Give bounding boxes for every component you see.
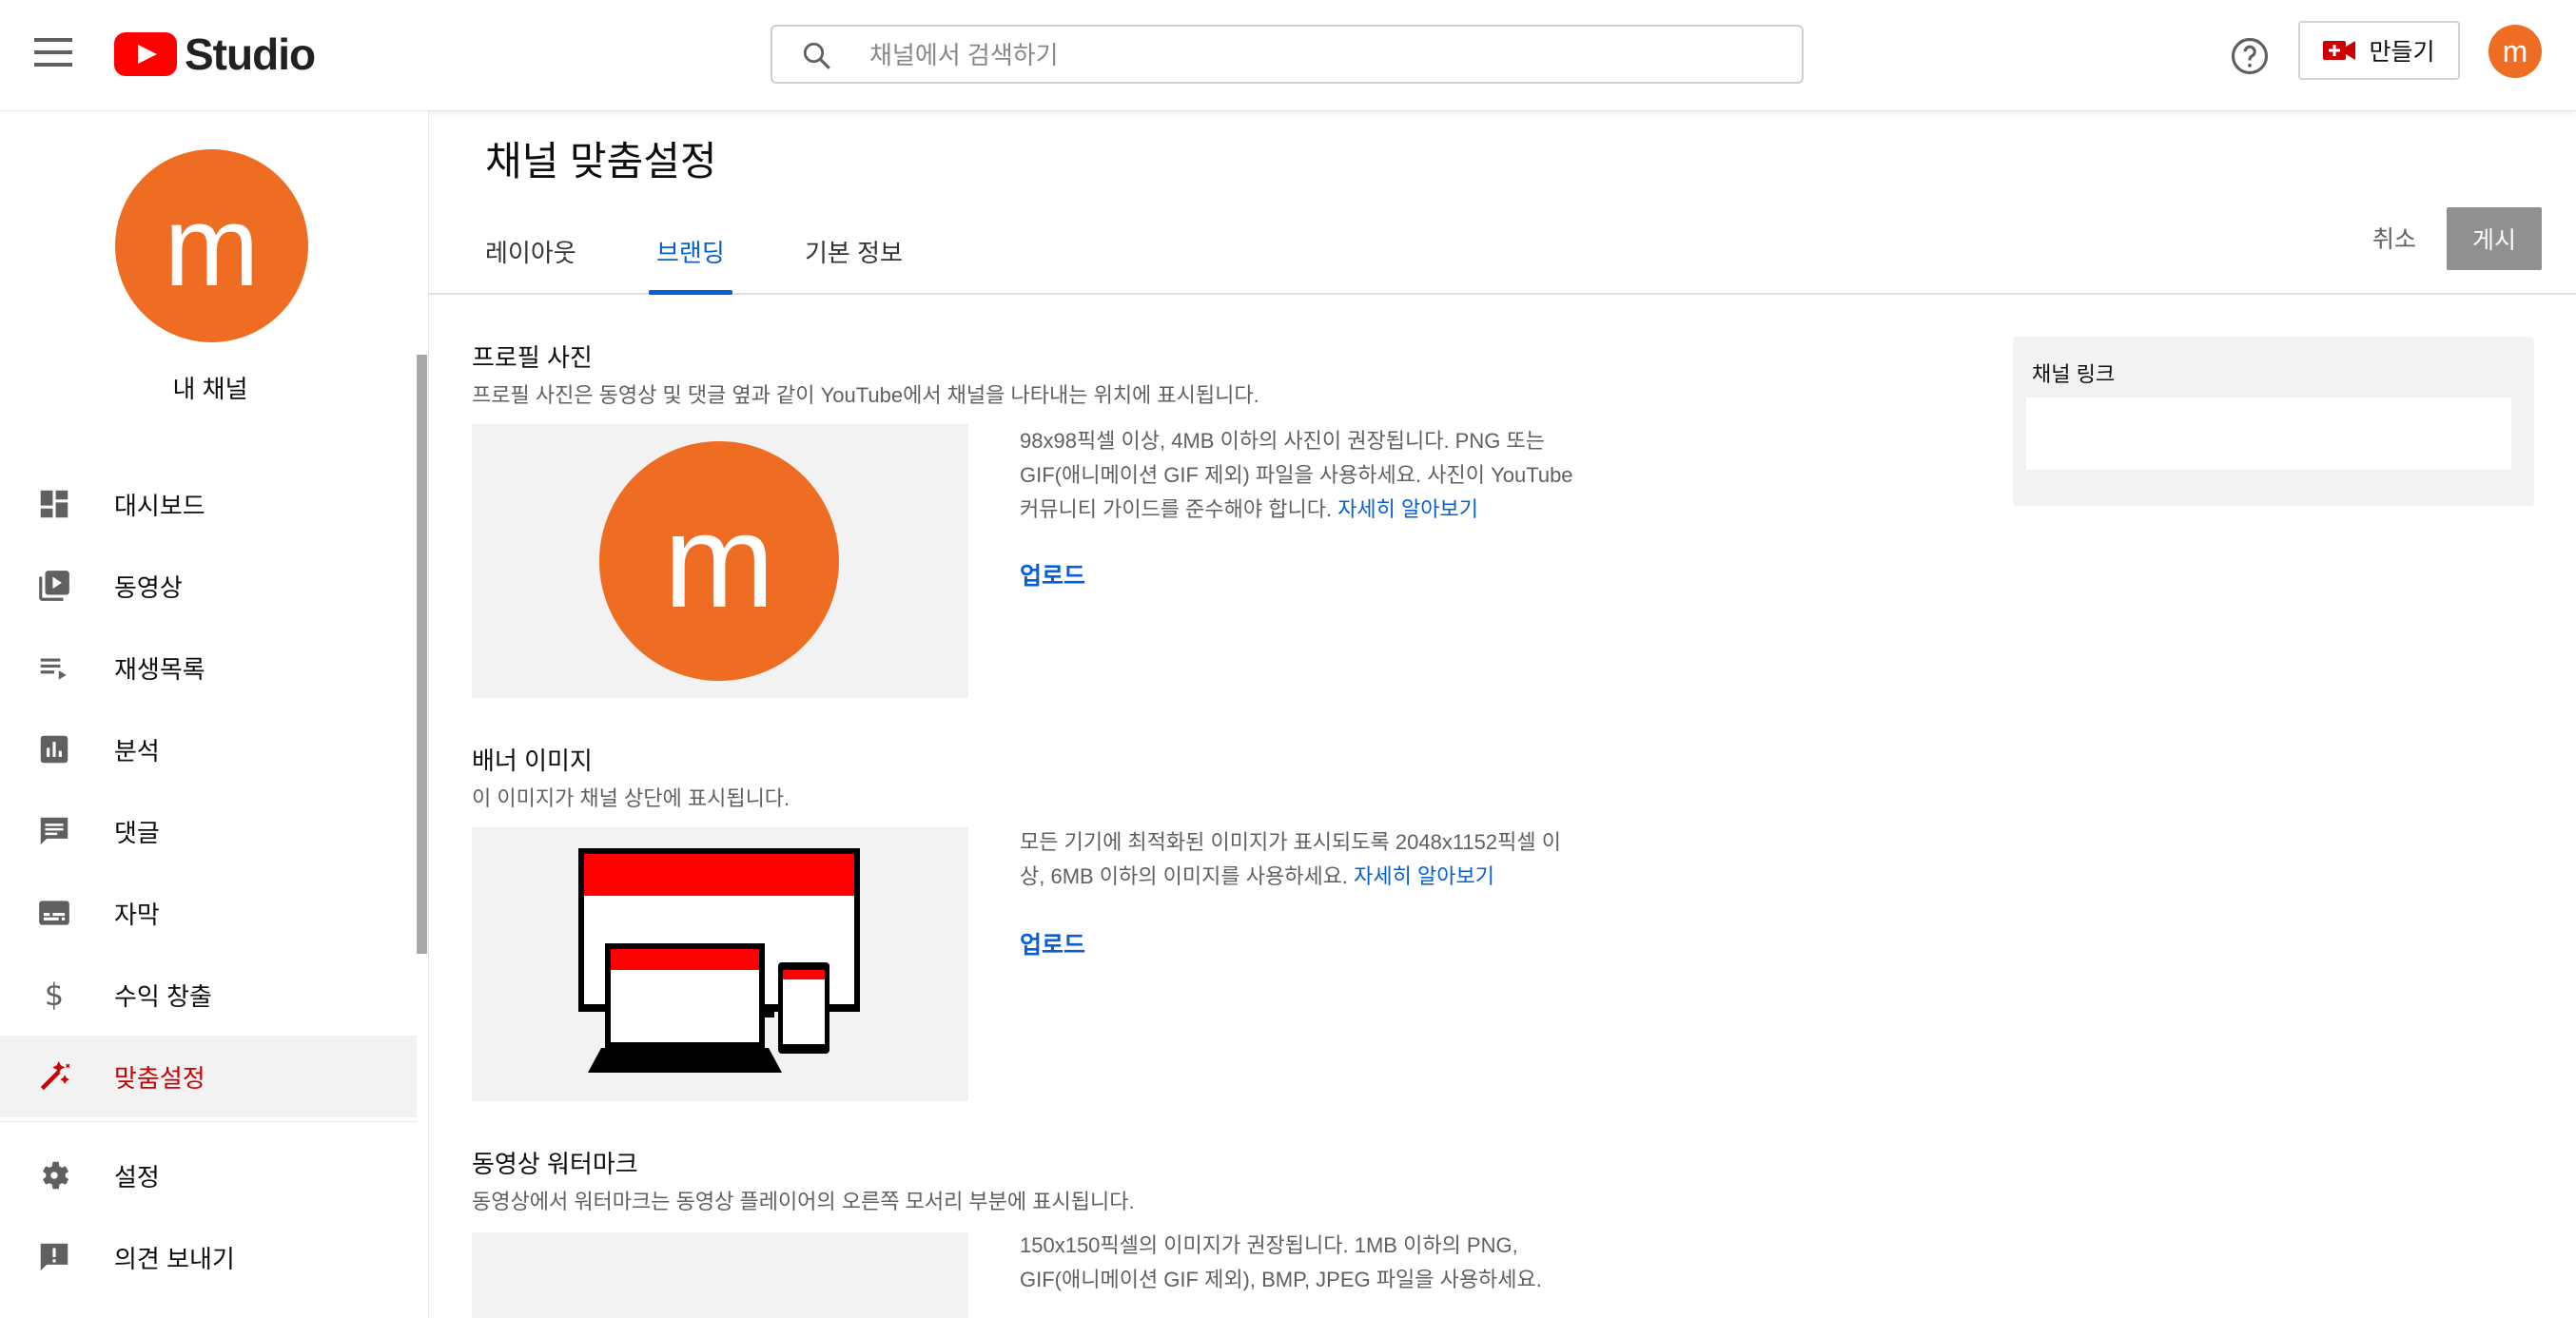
channel-link-field[interactable]: [2026, 397, 2511, 470]
profile-info-line: 98x98픽셀 이상, 4MB 이하의 사진이 권장됩니다. PNG 또는: [1020, 429, 1545, 453]
sidebar-item-label: 의견 보내기: [114, 1244, 235, 1273]
banner-section-desc: 이 이미지가 채널 상단에 표시됩니다.: [472, 786, 790, 810]
search-box: [771, 25, 1804, 84]
devices-illustration: [578, 848, 860, 1073]
youtube-play-icon: [114, 32, 177, 76]
youtube-studio-logo[interactable]: Studio: [114, 29, 316, 80]
banner-info-text: 상, 6MB 이하의 이미지를 사용하세요.: [1020, 864, 1349, 888]
sidebar-item-playlists[interactable]: 재생목록: [0, 627, 417, 708]
sidebar-item-label: 재생목록: [114, 654, 205, 684]
account-avatar[interactable]: m: [2488, 25, 2542, 78]
banner-preview: [472, 827, 968, 1101]
sidebar-item-analytics[interactable]: 분석: [0, 708, 417, 790]
magic-wand-icon: [40, 1060, 70, 1091]
banner-learn-more-link[interactable]: 자세히 알아보기: [1354, 864, 1494, 888]
sidebar-item-feedback[interactable]: 의견 보내기: [0, 1216, 417, 1298]
banner-upload-button[interactable]: 업로드: [1020, 926, 1085, 960]
profile-info-line-3: 커뮤니티 가이드를 준수해야 합니다. 자세히 알아보기: [1020, 493, 1590, 527]
sidebar-item-subtitles[interactable]: 자막: [0, 872, 417, 954]
banner-section-title: 배너 이미지: [472, 746, 593, 775]
tab-basic-info[interactable]: 기본 정보: [805, 228, 903, 293]
svg-text:$: $: [45, 979, 64, 1013]
feedback-icon: [40, 1243, 68, 1271]
help-icon[interactable]: [2230, 36, 2270, 76]
analytics-icon: [40, 735, 68, 764]
dashboard-icon: [40, 490, 68, 518]
page-title: 채널 맞춤설정: [485, 139, 717, 184]
comments-icon: [40, 817, 68, 845]
profile-preview-avatar: m: [599, 441, 839, 681]
watermark-info-line: 150x150픽셀의 이미지가 권장됩니다. 1MB 이하의 PNG,: [1020, 1233, 1518, 1257]
subtitles-icon: [39, 901, 69, 925]
watermark-preview: [472, 1232, 968, 1318]
profile-upload-button[interactable]: 업로드: [1020, 557, 1085, 591]
create-button[interactable]: 만들기: [2298, 21, 2460, 80]
sidebar-item-monetization[interactable]: $ 수익 창출: [0, 954, 417, 1036]
sidebar-item-videos[interactable]: 동영상: [0, 545, 417, 627]
dollar-icon: $: [45, 979, 64, 1013]
profile-preview: m: [472, 424, 968, 698]
sidebar-item-label: 수익 창출: [114, 981, 212, 1011]
tab-bar: 레이아웃 브랜딩 기본 정보: [428, 228, 2576, 295]
banner-info: 모든 기기에 최적화된 이미지가 표시되도록 2048x1152픽셀 이 상, …: [1020, 825, 1590, 894]
sidebar-item-label: 동영상: [114, 572, 183, 602]
sidebar-item-customization[interactable]: 맞춤설정: [0, 1036, 417, 1117]
sidebar: m 내 채널 대시보드 동영상 재생목록 분석 댓글 자막 $ 수익 창출 맞춤…: [0, 111, 429, 1318]
search-input[interactable]: [868, 27, 1785, 84]
watermark-info: 150x150픽셀의 이미지가 권장됩니다. 1MB 이하의 PNG, GIF(…: [1020, 1229, 1590, 1297]
watermark-section-desc: 동영상에서 워터마크는 동영상 플레이어의 오른쪽 모서리 부분에 표시됩니다.: [472, 1190, 1135, 1213]
logo-text: Studio: [185, 29, 316, 79]
menu-icon[interactable]: [34, 38, 72, 72]
banner-info-line-2: 상, 6MB 이하의 이미지를 사용하세요. 자세히 알아보기: [1020, 860, 1590, 894]
tab-layout[interactable]: 레이아웃: [485, 228, 576, 293]
channel-link-title: 채널 링크: [2032, 362, 2116, 386]
create-button-label: 만들기: [2369, 39, 2435, 66]
profile-info: 98x98픽셀 이상, 4MB 이하의 사진이 권장됩니다. PNG 또는 GI…: [1020, 424, 1590, 527]
sidebar-item-label: 댓글: [114, 818, 160, 847]
tab-branding[interactable]: 브랜딩: [649, 228, 732, 295]
profile-section-desc: 프로필 사진은 동영상 및 댓글 옆과 같이 YouTube에서 채널을 나타내…: [472, 383, 1259, 407]
sidebar-scrollbar[interactable]: [417, 355, 427, 954]
sidebar-item-dashboard[interactable]: 대시보드: [0, 463, 417, 545]
publish-button[interactable]: 게시: [2447, 207, 2542, 270]
playlist-icon: [40, 658, 67, 680]
profile-learn-more-link[interactable]: 자세히 알아보기: [1337, 497, 1478, 521]
channel-label: 내 채널: [172, 375, 248, 403]
channel-avatar[interactable]: m: [115, 149, 308, 342]
sidebar-divider: [0, 1121, 417, 1122]
sidebar-item-label: 맞춤설정: [114, 1063, 205, 1093]
watermark-info-line: GIF(애니메이션 GIF 제외), BMP, JPEG 파일을 사용하세요.: [1020, 1268, 1542, 1291]
profile-info-line: GIF(애니메이션 GIF 제외) 파일을 사용하세요. 사진이 YouTube: [1020, 463, 1573, 487]
sidebar-item-comments[interactable]: 댓글: [0, 790, 417, 872]
video-library-icon: [39, 571, 69, 601]
profile-section-title: 프로필 사진: [472, 343, 593, 372]
sidebar-item-label: 분석: [114, 736, 160, 766]
sidebar-nav: 대시보드 동영상 재생목록 분석 댓글 자막 $ 수익 창출 맞춤설정: [0, 463, 417, 1117]
profile-info-text: 커뮤니티 가이드를 준수해야 합니다.: [1020, 497, 1333, 521]
channel-link-card: 채널 링크: [2013, 337, 2534, 506]
gear-icon: [42, 1161, 69, 1190]
top-app-bar: Studio 만들기 m: [0, 0, 2576, 111]
banner-info-line: 모든 기기에 최적화된 이미지가 표시되도록 2048x1152픽셀 이: [1020, 830, 1561, 854]
sidebar-bottom-nav: 설정 의견 보내기: [0, 1134, 417, 1298]
sidebar-item-settings[interactable]: 설정: [0, 1134, 417, 1216]
sidebar-item-label: 자막: [114, 900, 160, 929]
cancel-button[interactable]: 취소: [2372, 221, 2416, 255]
sidebar-item-label: 설정: [114, 1162, 160, 1192]
watermark-section-title: 동영상 워터마크: [472, 1150, 638, 1178]
video-plus-icon: [2323, 41, 2356, 60]
sidebar-item-label: 대시보드: [114, 491, 205, 520]
search-icon[interactable]: [801, 40, 833, 72]
